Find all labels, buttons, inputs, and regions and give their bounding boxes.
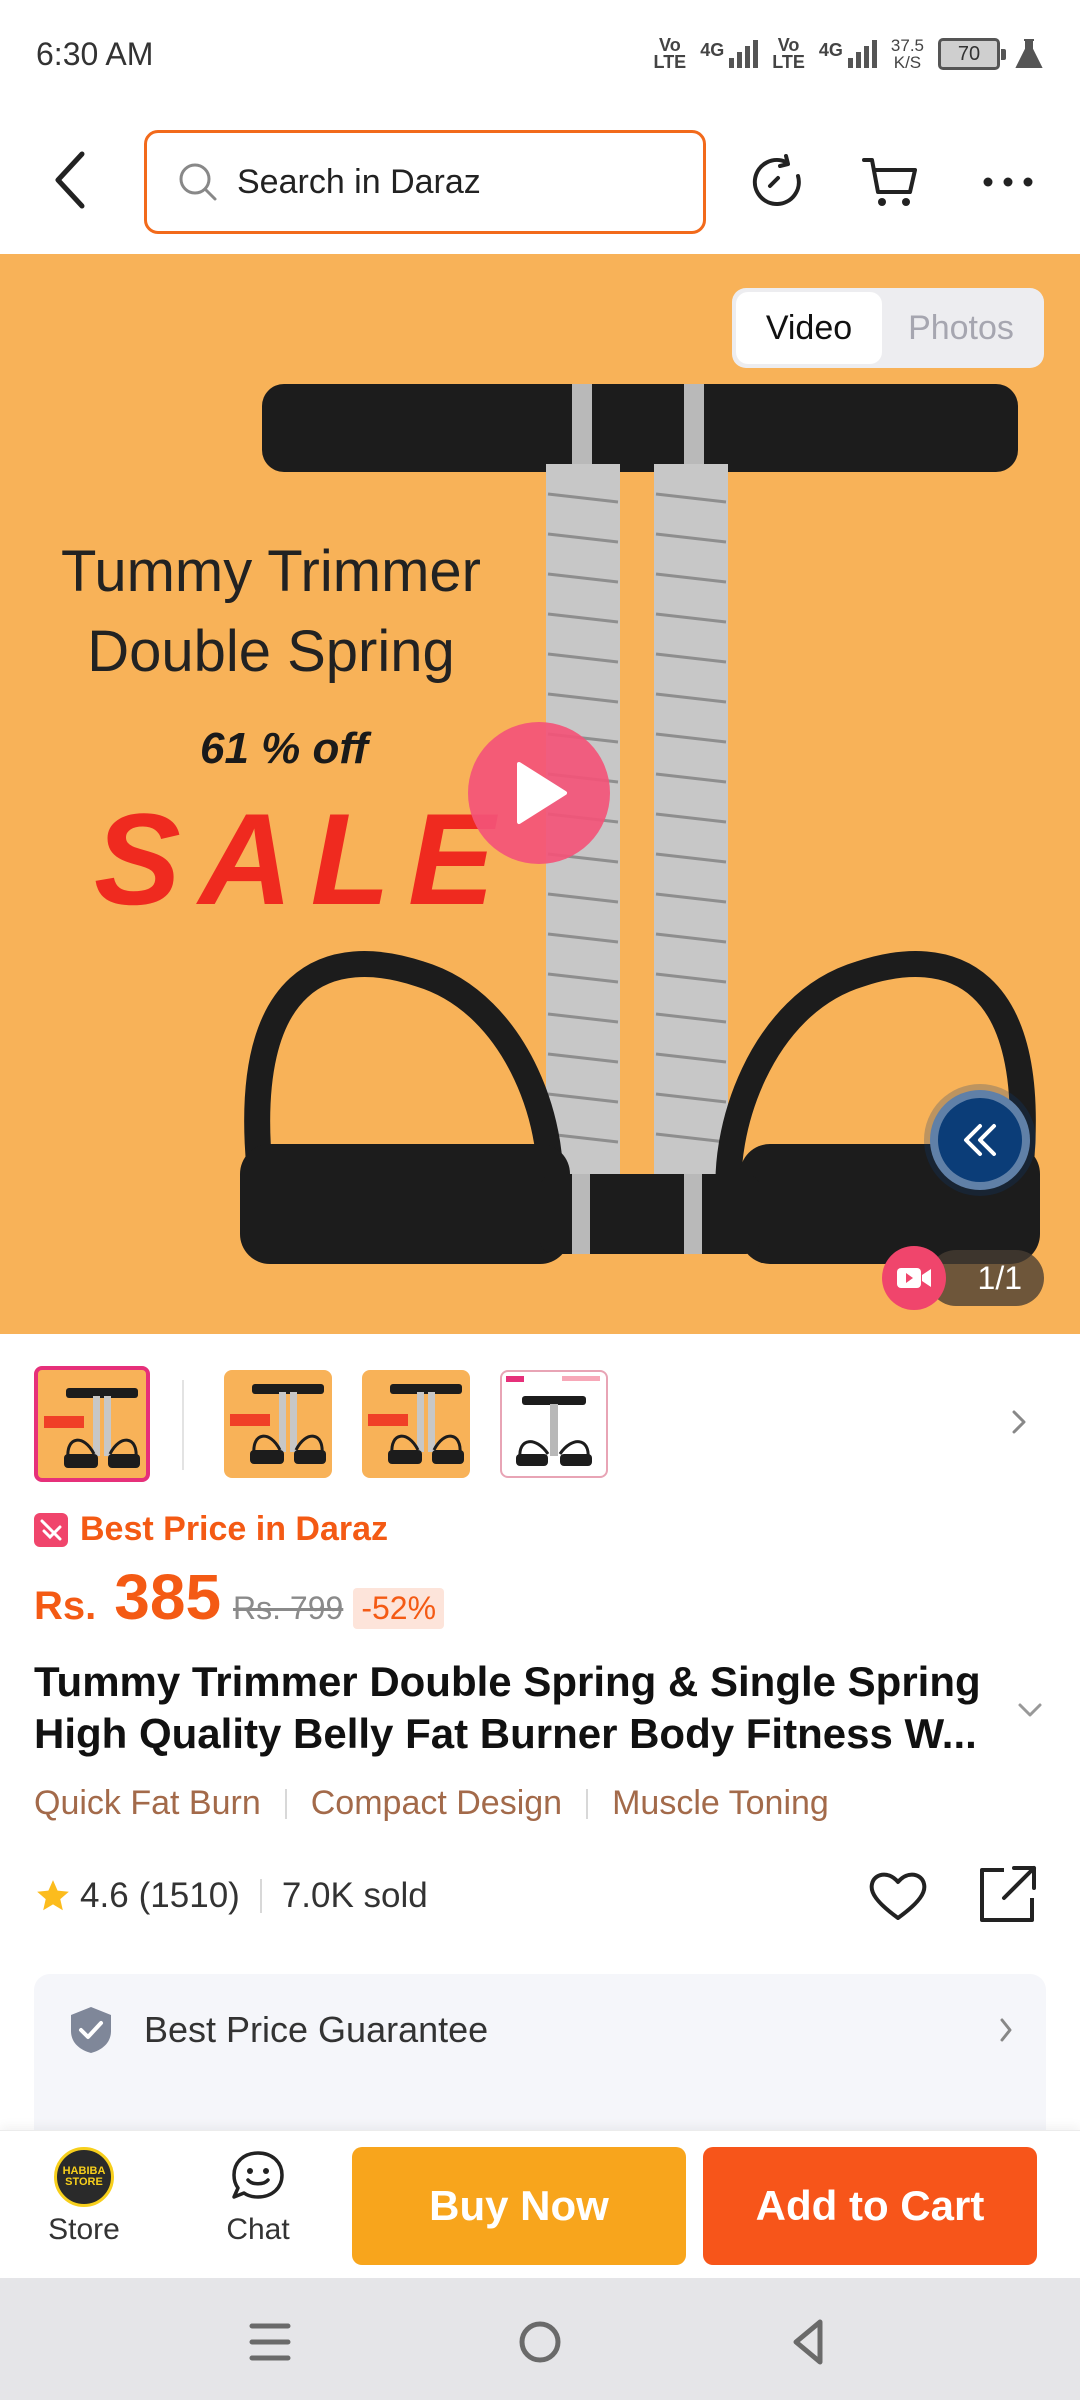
buy-now-button[interactable]: Buy Now <box>352 2147 686 2265</box>
price-tag-icon <box>34 1512 68 1547</box>
chevron-right-icon[interactable] <box>1004 1402 1034 1442</box>
thumbnail-2[interactable] <box>224 1370 332 1478</box>
home-icon[interactable] <box>510 2314 570 2370</box>
thumbnail-strip <box>34 1366 1044 1482</box>
best-price-guarantee[interactable]: Best Price Guarantee <box>34 1974 1046 2086</box>
heart-icon[interactable] <box>866 1864 930 1928</box>
thumbnail-image <box>506 1376 600 1466</box>
thumbnail-image <box>44 1388 140 1468</box>
tag-divider <box>586 1788 589 1819</box>
menu-icon[interactable] <box>240 2314 300 2370</box>
store-button[interactable]: HABIBA STORE Store <box>24 2147 144 2247</box>
store-label: Store <box>48 2213 120 2246</box>
thumbnail-image <box>230 1384 326 1464</box>
cart-icon[interactable] <box>860 152 920 212</box>
chat-button[interactable]: Chat <box>198 2147 318 2247</box>
sold-count: 7.0K sold <box>281 1876 428 1915</box>
best-price-label: Best Price in Daraz <box>80 1510 389 1548</box>
current-price: 385 <box>114 1561 222 1633</box>
tag-item: Compact Design <box>310 1784 563 1822</box>
flask-icon <box>1015 39 1043 68</box>
chat-icon <box>232 2151 284 2199</box>
status-icons: Vo LTE 4G Vo LTE 4G 37.5 K/S 70 <box>653 35 1044 72</box>
system-nav-bar <box>0 2278 1080 2400</box>
rating-divider <box>259 1879 262 1913</box>
tag-item: Muscle Toning <box>612 1784 829 1822</box>
action-bar: HABIBA STORE Store Chat Buy Now Add to C… <box>0 2130 1080 2278</box>
product-media[interactable]: Tummy Trimmer Double Spring 61 % off SAL… <box>0 254 1080 1334</box>
signal-icon-2: 4G <box>819 40 877 68</box>
back-icon[interactable] <box>46 148 96 212</box>
promo-title: Tummy Trimmer Double Spring <box>61 539 481 684</box>
promo-sale: SALE <box>94 786 513 932</box>
media-toggle: Video Photos <box>732 288 1044 368</box>
search-input[interactable] <box>237 162 657 202</box>
volte-indicator-2: Vo LTE <box>772 35 805 72</box>
discount-badge: -52% <box>353 1588 445 1629</box>
chat-label: Chat <box>226 2213 290 2246</box>
collapse-button[interactable] <box>930 1090 1030 1190</box>
status-time: 6:30 AM <box>36 35 154 72</box>
rating-value[interactable]: 4.6 <box>80 1876 129 1916</box>
volte-indicator-1: Vo LTE <box>653 35 687 72</box>
promo-discount: 61 % off <box>200 724 368 773</box>
double-chevron-left-icon <box>964 1124 996 1156</box>
video-camera-icon <box>897 1268 931 1288</box>
more-icon[interactable] <box>978 152 1038 212</box>
feature-tags: Quick Fat Burn Compact Design Muscle Ton… <box>34 1784 829 1823</box>
star-icon <box>37 1880 69 1911</box>
history-icon[interactable] <box>748 152 808 212</box>
thumbnail-4[interactable] <box>500 1370 608 1478</box>
store-logo: HABIBA STORE <box>54 2147 114 2207</box>
thumbnail-1[interactable] <box>34 1366 150 1482</box>
next-section-peek <box>34 2086 1046 2130</box>
top-header <box>0 108 1080 254</box>
play-icon <box>517 762 567 824</box>
thumbnail-divider <box>182 1380 184 1470</box>
search-bar[interactable] <box>144 130 706 234</box>
back-nav-icon[interactable] <box>780 2314 840 2370</box>
best-price-banner: Best Price in Daraz <box>34 1510 388 1549</box>
thumbnail-3[interactable] <box>362 1370 470 1478</box>
price-row: Rs. 385 Rs. 799 -52% <box>34 1560 445 1634</box>
chevron-down-icon[interactable] <box>1016 1700 1044 1720</box>
tag-item: Quick Fat Burn <box>34 1784 261 1822</box>
status-bar: 6:30 AM Vo LTE 4G Vo LTE 4G 37.5 K/S 70 <box>0 0 1080 108</box>
share-icon[interactable] <box>976 1862 1040 1926</box>
video-badge <box>882 1246 946 1310</box>
currency: Rs. <box>34 1584 97 1628</box>
guarantee-label: Best Price Guarantee <box>144 2009 489 2050</box>
signal-icon-1: 4G <box>700 40 759 68</box>
tag-divider <box>284 1788 287 1819</box>
battery-icon: 70 <box>938 38 1006 70</box>
rating-row: 4.6 (1510) 7.0K sold <box>34 1866 1046 1926</box>
chevron-right-icon <box>1000 2018 1012 2042</box>
add-to-cart-button[interactable]: Add to Cart <box>703 2147 1037 2265</box>
tab-video[interactable]: Video <box>736 292 882 364</box>
network-speed: 37.5 K/S <box>890 36 924 72</box>
shield-check-icon <box>71 2007 111 2053</box>
thumbnail-image <box>368 1384 464 1464</box>
search-icon <box>179 163 217 201</box>
play-button[interactable] <box>468 722 610 864</box>
product-title[interactable]: Tummy Trimmer Double Spring & Single Spr… <box>34 1656 984 1760</box>
review-count[interactable]: (1510) <box>139 1876 240 1916</box>
tab-photos[interactable]: Photos <box>882 292 1040 364</box>
original-price: Rs. 799 <box>233 1590 344 1626</box>
